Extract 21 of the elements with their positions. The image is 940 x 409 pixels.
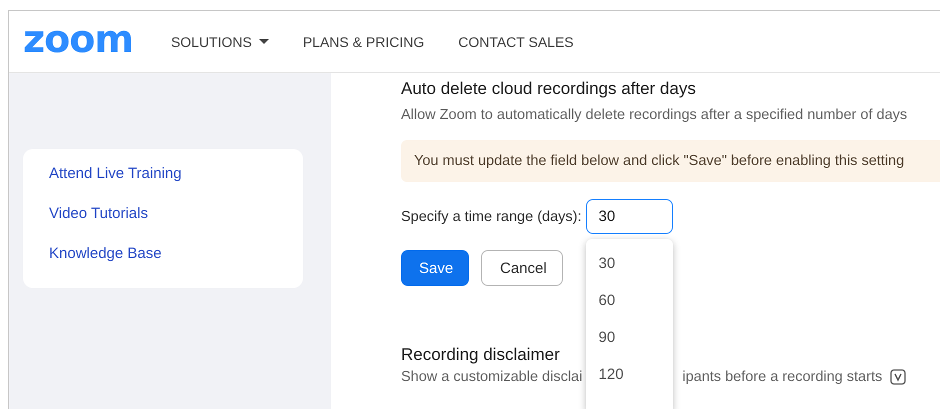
cancel-button[interactable]: Cancel bbox=[481, 250, 563, 286]
description-text: ipants before a recording starts bbox=[682, 369, 882, 385]
tag-icon[interactable] bbox=[890, 369, 906, 385]
section-title: Recording disclaimer bbox=[401, 344, 560, 366]
dropdown-option[interactable]: 60 bbox=[586, 291, 673, 328]
field-label: Specify a time range (days): bbox=[401, 208, 582, 224]
notice-message: You must update the field below and click "Save" before enabling this setting bbox=[401, 140, 940, 182]
dropdown-option[interactable]: 90 bbox=[586, 328, 673, 365]
sidebar-link[interactable]: Video Tutorials bbox=[49, 203, 303, 224]
save-button[interactable]: Save bbox=[401, 250, 469, 286]
setting-description: Allow Zoom to automatically delete recordings after a specified number of days bbox=[401, 107, 908, 123]
nav-link[interactable]: CONTACT SALES bbox=[458, 34, 574, 50]
dropdown-option[interactable]: 30 bbox=[586, 254, 673, 291]
dropdown-option[interactable]: 120 bbox=[586, 365, 673, 402]
setting-title: Auto delete cloud recordings after days bbox=[401, 78, 696, 100]
description-text: Show a customizable disclai bbox=[401, 369, 582, 385]
sidebar-link[interactable]: Attend Live Training bbox=[49, 163, 303, 184]
days-field[interactable]: 30 bbox=[586, 199, 673, 234]
sidebar-link[interactable]: Knowledge Base bbox=[49, 243, 303, 264]
nav-link[interactable]: PLANS & PRICING bbox=[302, 34, 424, 50]
nav-link[interactable]: SOLUTIONS bbox=[170, 34, 269, 50]
